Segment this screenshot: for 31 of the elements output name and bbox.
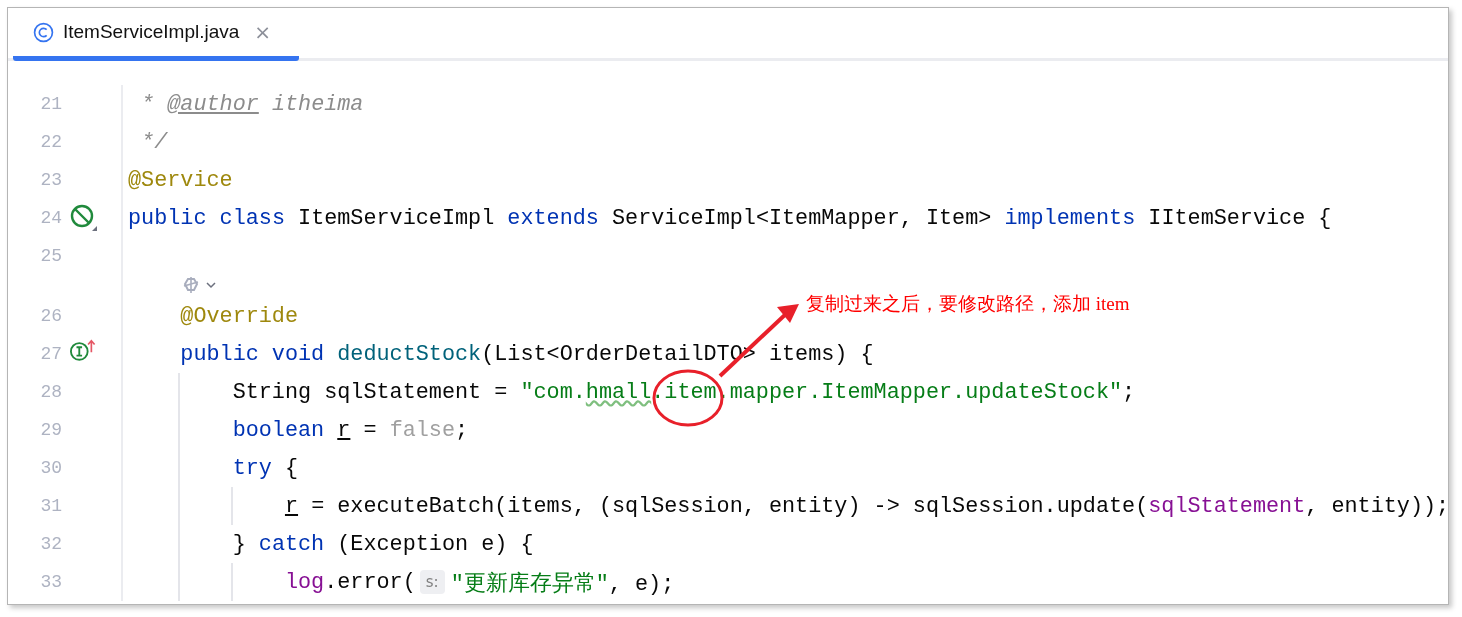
code-text: public class ItemServiceImpl extends ServiceImpl<ItemMapper, Item> implements IItemService { (128, 205, 1332, 231)
implementation-icon[interactable] (70, 338, 96, 362)
line-number: 31 (39, 496, 62, 516)
line-number: 21 (39, 94, 62, 114)
code-text: */ (140, 129, 168, 155)
code-text: } catch (Exception e) { (232, 531, 534, 557)
tab-title: ItemServiceImpl.java (63, 21, 240, 43)
line-number: 30 (39, 458, 62, 478)
code-text: r = executeBatch(items, (sqlSession, entity) -> sqlSession.update(sqlStatement, entity)); (284, 493, 1448, 519)
line-number: 27 (39, 344, 62, 364)
code-text: boolean r = false; (232, 417, 469, 443)
line-number: 25 (39, 246, 62, 266)
code-text: * @author itheima (140, 91, 364, 117)
line-number: 33 (39, 572, 62, 592)
code-text: @Override (180, 303, 299, 329)
line-number: 32 (39, 534, 62, 554)
line-number: 29 (39, 420, 62, 440)
line-number: 23 (39, 170, 62, 190)
code-text: log.error( (284, 569, 416, 595)
line-number: 28 (39, 382, 62, 402)
line-number: 22 (39, 132, 62, 152)
code-text: try { (232, 455, 299, 481)
prohibited-icon[interactable] (70, 204, 98, 232)
line-number: 24 (39, 208, 62, 228)
file-tab[interactable]: ItemServiceImpl.java × (13, 8, 299, 61)
code-text: "更新库存异常", e); (450, 570, 675, 597)
annotation-text: 复制过来之后，要修改路径，添加 item (806, 292, 1130, 316)
line-number: 26 (39, 306, 62, 326)
parameter-hint: s: (419, 570, 445, 594)
code-text: @Service (128, 167, 233, 193)
class-icon (33, 21, 54, 43)
